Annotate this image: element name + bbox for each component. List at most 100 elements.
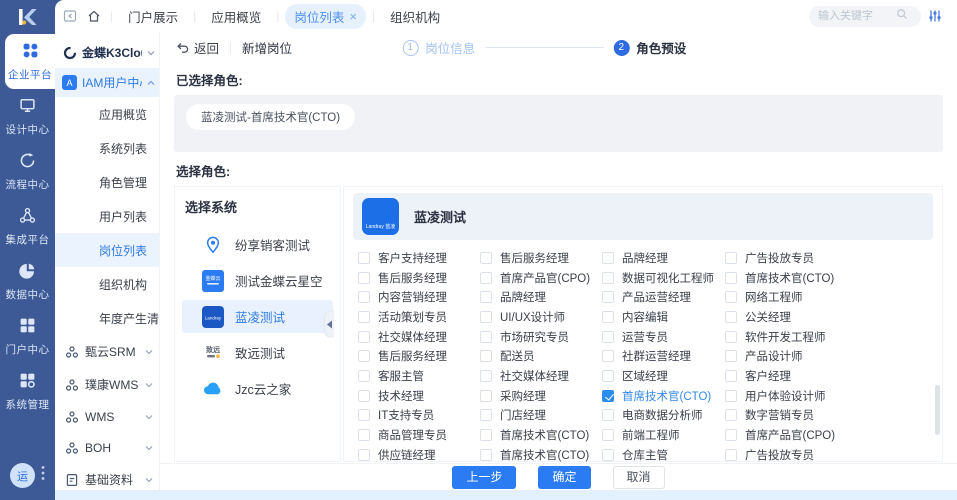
subnav-group[interactable]: 甄云SRM [55, 335, 159, 368]
checkbox-icon[interactable] [602, 331, 614, 343]
system-item[interactable]: Jzc云之家 [182, 372, 333, 405]
role-option[interactable]: IT支持专员 [358, 406, 480, 426]
sidebar-item-iam-center[interactable]: A IAM用户中心 [55, 68, 159, 97]
checkbox-icon[interactable] [358, 449, 370, 461]
checkbox-icon[interactable] [725, 390, 737, 402]
checkbox-icon[interactable] [725, 429, 737, 441]
role-option[interactable]: 品牌经理 [602, 248, 725, 268]
role-option[interactable]: 售后服务经理 [480, 248, 602, 268]
subnav-group[interactable]: WMS [55, 401, 159, 432]
sidebar-item-data[interactable]: 数据中心 [0, 254, 55, 309]
checkbox-icon[interactable] [602, 370, 614, 382]
subnav-item[interactable]: 年度产生清... [55, 301, 159, 335]
role-option[interactable]: 数字营销专员 [725, 406, 933, 426]
checkbox-icon[interactable] [725, 331, 737, 343]
checkbox-icon[interactable] [725, 370, 737, 382]
scrollbar-thumb[interactable] [935, 385, 940, 435]
sidebar-item-design[interactable]: 设计中心 [0, 89, 55, 144]
role-option[interactable]: 软件开发工程师 [725, 327, 933, 347]
role-option[interactable]: 门店经理 [480, 406, 602, 426]
checkbox-icon[interactable] [358, 272, 370, 284]
checkbox-icon[interactable] [480, 449, 492, 461]
checkbox-icon[interactable] [602, 311, 614, 323]
role-option[interactable]: 首席技术官(CTO) [602, 386, 725, 406]
checkbox-icon[interactable] [725, 409, 737, 421]
sidebar-item-portal[interactable]: 门户中心 [0, 309, 55, 364]
checkbox-icon[interactable] [358, 291, 370, 303]
role-option[interactable]: 社群运营经理 [602, 346, 725, 366]
subnav-item[interactable]: 岗位列表 [55, 233, 159, 267]
role-option[interactable]: 内容编辑 [602, 307, 725, 327]
checkbox-icon[interactable] [480, 311, 492, 323]
role-option[interactable]: 广告投放专员 [725, 248, 933, 268]
confirm-button[interactable]: 确定 [538, 466, 590, 489]
checkbox-icon[interactable] [480, 291, 492, 303]
subnav-group[interactable]: BOH [55, 432, 159, 463]
system-item[interactable]: 纷享销客测试 [182, 228, 333, 261]
product-switcher[interactable]: 金蝶K3Cloud [55, 37, 159, 68]
sidebar-item-enterprise[interactable]: 企业平台 [5, 34, 55, 89]
role-option[interactable]: 产品运营经理 [602, 287, 725, 307]
sidebar-item-system[interactable]: 系统管理 [0, 364, 55, 419]
checkbox-icon[interactable] [725, 291, 737, 303]
role-option[interactable]: 首席技术官(CTO) [480, 445, 602, 463]
role-option[interactable]: 客户支持经理 [358, 248, 480, 268]
subnav-item[interactable]: 应用概览 [55, 97, 159, 131]
more-vert-icon[interactable] [41, 465, 45, 486]
checkbox-icon[interactable] [602, 252, 614, 264]
checkbox-icon[interactable] [602, 272, 614, 284]
collapse-handle[interactable] [324, 311, 334, 338]
close-icon[interactable]: × [349, 10, 357, 23]
checkbox-icon[interactable] [602, 409, 614, 421]
checkbox-icon[interactable] [725, 350, 737, 362]
role-option[interactable]: 产品设计师 [725, 346, 933, 366]
checkbox-icon[interactable] [480, 350, 492, 362]
role-option[interactable]: 客户经理 [725, 366, 933, 386]
role-option[interactable]: 电商数据分析师 [602, 406, 725, 426]
role-option[interactable]: 首席技术官(CTO) [480, 425, 602, 445]
tab-app-overview[interactable]: 应用概览 [202, 4, 270, 29]
role-option[interactable]: 售后服务经理 [358, 346, 480, 366]
checkbox-icon[interactable] [358, 350, 370, 362]
checkbox-icon[interactable] [602, 429, 614, 441]
subnav-group[interactable]: 璞康WMS [55, 368, 159, 401]
role-option[interactable]: 前端工程师 [602, 425, 725, 445]
checkbox-icon[interactable] [480, 409, 492, 421]
back-button[interactable]: 返回 [176, 38, 219, 57]
role-option[interactable]: 首席产品官(CPO) [480, 268, 602, 288]
subnav-item[interactable]: 用户列表 [55, 199, 159, 233]
role-option[interactable]: 采购经理 [480, 386, 602, 406]
role-option[interactable]: 用户体验设计师 [725, 386, 933, 406]
tab-portal-display[interactable]: 门户展示 [119, 4, 187, 29]
system-item[interactable]: 致远致远测试 [182, 336, 333, 369]
collapse-sidebar-icon[interactable] [60, 6, 80, 26]
checkbox-icon[interactable] [725, 272, 737, 284]
role-option[interactable]: 仓库主管 [602, 445, 725, 463]
checkbox-icon[interactable] [480, 252, 492, 264]
role-option[interactable]: 首席技术官(CTO) [725, 268, 933, 288]
checkbox-icon[interactable] [725, 311, 737, 323]
checkbox-icon[interactable] [480, 429, 492, 441]
checkbox-icon[interactable] [602, 449, 614, 461]
checkbox-icon[interactable] [358, 370, 370, 382]
prev-step-button[interactable]: 上一步 [452, 466, 516, 489]
checkbox-icon[interactable] [358, 409, 370, 421]
checkbox-icon[interactable] [480, 370, 492, 382]
role-option[interactable]: 社交媒体经理 [480, 366, 602, 386]
system-item[interactable]: 金蝶云测试金蝶云星空 [182, 264, 333, 297]
tab-org-structure[interactable]: 组织机构 [381, 4, 449, 29]
subnav-item[interactable]: 系统列表 [55, 131, 159, 165]
checkbox-icon[interactable] [602, 390, 614, 402]
tab-position-list[interactable]: 岗位列表× [285, 4, 366, 29]
checkbox-icon[interactable] [725, 449, 737, 461]
sidebar-item-process[interactable]: 流程中心 [0, 144, 55, 199]
checkbox-icon[interactable] [602, 291, 614, 303]
checkbox-icon[interactable] [358, 390, 370, 402]
role-option[interactable]: 客服主管 [358, 366, 480, 386]
role-option[interactable]: 网络工程师 [725, 287, 933, 307]
role-option[interactable]: 配送员 [480, 346, 602, 366]
role-option[interactable]: 商品管理专员 [358, 425, 480, 445]
search-icon[interactable] [896, 7, 908, 25]
checkbox-icon[interactable] [480, 331, 492, 343]
role-option[interactable]: UI/UX设计师 [480, 307, 602, 327]
